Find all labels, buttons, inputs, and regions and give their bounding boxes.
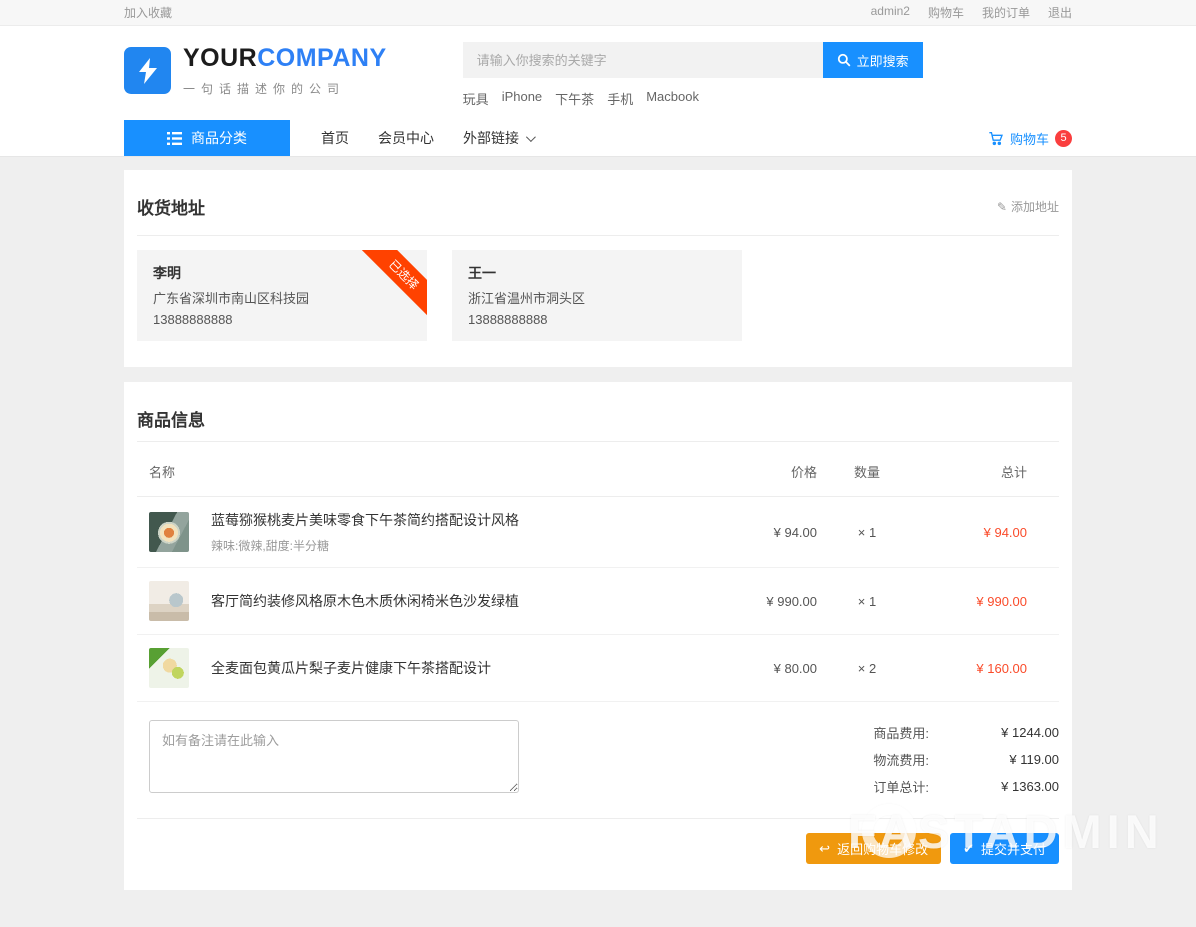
product-price: ¥ 94.00 <box>707 525 817 540</box>
address-phone: 13888888888 <box>468 312 726 327</box>
summary-label-total: 订单总计: <box>873 777 929 796</box>
main-nav: 商品分类 首页 会员中心 外部链接 购物车 5 <box>0 120 1196 157</box>
product-qty: × 1 <box>817 594 917 609</box>
product-total: ¥ 990.00 <box>917 594 1047 609</box>
cart-icon <box>988 130 1004 146</box>
address-phone: 13888888888 <box>153 312 411 327</box>
logo[interactable]: YOURCOMPANY 一句话描述你的公司 <box>124 44 387 97</box>
address-card[interactable]: 王一 浙江省温州市洞头区 13888888888 <box>452 250 742 341</box>
product-thumbnail[interactable] <box>149 581 189 621</box>
username-link[interactable]: admin2 <box>871 4 910 21</box>
header-name: 名称 <box>149 462 707 481</box>
address-card-selected[interactable]: 李明 广东省深圳市南山区科技园 13888888888 已选择 <box>137 250 427 341</box>
hot-keywords: 玩具 iPhone 下午茶 手机 Macbook <box>463 89 923 108</box>
product-spec: 辣味:微辣,甜度:半分糖 <box>211 537 519 554</box>
product-total: ¥ 94.00 <box>917 525 1047 540</box>
nav-link-external[interactable]: 外部链接 <box>463 128 533 148</box>
table-row: 全麦面包黄瓜片梨子麦片健康下午茶搭配设计 ¥ 80.00 × 2 ¥ 160.0… <box>137 635 1059 702</box>
product-qty: × 2 <box>817 661 917 676</box>
category-menu-button[interactable]: 商品分类 <box>124 120 290 156</box>
summary-label-goods: 商品费用: <box>873 723 929 742</box>
product-price: ¥ 990.00 <box>707 594 817 609</box>
address-section: 收货地址 ✎ 添加地址 李明 广东省深圳市南山区科技园 13888888888 … <box>124 170 1072 367</box>
chevron-down-icon <box>526 132 536 142</box>
topbar-cart-link[interactable]: 购物车 <box>928 4 964 21</box>
pencil-icon: ✎ <box>997 200 1007 214</box>
order-remark-input[interactable] <box>149 720 519 793</box>
product-name[interactable]: 客厅简约装修风格原木色木质休闲椅米色沙发绿植 <box>211 591 519 611</box>
hot-keyword[interactable]: 手机 <box>607 89 633 108</box>
product-name[interactable]: 蓝莓猕猴桃麦片美味零食下午茶简约搭配设计风格 <box>211 510 519 530</box>
address-text: 广东省深圳市南山区科技园 <box>153 288 411 307</box>
product-thumbnail[interactable] <box>149 512 189 552</box>
product-total: ¥ 160.00 <box>917 661 1047 676</box>
add-address-button[interactable]: ✎ 添加地址 <box>997 198 1059 215</box>
order-summary: 商品费用: ¥ 1244.00 物流费用: ¥ 119.00 订单总计: ¥ 1… <box>873 720 1059 804</box>
lightning-icon <box>124 47 171 94</box>
site-header: YOURCOMPANY 一句话描述你的公司 立即搜索 玩具 iPhone 下午茶… <box>0 26 1196 120</box>
back-to-cart-button[interactable]: ↩ 返回购物车修改 <box>806 833 941 864</box>
address-text: 浙江省温州市洞头区 <box>468 288 726 307</box>
topbar: 加入收藏 admin2 购物车 我的订单 退出 <box>0 0 1196 26</box>
table-row: 蓝莓猕猴桃麦片美味零食下午茶简约搭配设计风格 辣味:微辣,甜度:半分糖 ¥ 94… <box>137 497 1059 568</box>
order-section-title: 商品信息 <box>137 406 205 431</box>
product-thumbnail[interactable] <box>149 648 189 688</box>
search-icon <box>837 53 851 67</box>
cart-button[interactable]: 购物车 5 <box>988 129 1072 148</box>
list-menu-icon <box>167 132 182 145</box>
nav-link-member-center[interactable]: 会员中心 <box>378 128 434 148</box>
address-section-title: 收货地址 <box>137 194 205 219</box>
address-name: 王一 <box>468 263 726 283</box>
summary-value-goods: ¥ 1244.00 <box>929 725 1059 740</box>
product-qty: × 1 <box>817 525 917 540</box>
search-button[interactable]: 立即搜索 <box>823 42 923 78</box>
check-icon: ✔ <box>963 841 974 857</box>
summary-value-shipping: ¥ 119.00 <box>929 752 1059 767</box>
my-orders-link[interactable]: 我的订单 <box>982 4 1030 21</box>
summary-label-shipping: 物流费用: <box>873 750 929 769</box>
logout-link[interactable]: 退出 <box>1048 4 1072 21</box>
summary-value-total: ¥ 1363.00 <box>929 779 1059 794</box>
product-price: ¥ 80.00 <box>707 661 817 676</box>
back-arrow-icon: ↩ <box>819 841 830 857</box>
nav-link-home[interactable]: 首页 <box>321 128 349 148</box>
table-header: 名称 价格 数量 总计 <box>137 442 1059 497</box>
order-section: 商品信息 名称 价格 数量 总计 蓝莓猕猴桃麦片美味零食下午茶简约搭配设计风格 … <box>124 382 1072 890</box>
header-total: 总计 <box>917 462 1047 481</box>
hot-keyword[interactable]: 玩具 <box>463 89 489 108</box>
search-input[interactable] <box>463 42 823 78</box>
hot-keyword[interactable]: iPhone <box>502 89 542 108</box>
brand-slogan: 一句话描述你的公司 <box>183 80 387 97</box>
header-price: 价格 <box>707 462 817 481</box>
table-row: 客厅简约装修风格原木色木质休闲椅米色沙发绿植 ¥ 990.00 × 1 ¥ 99… <box>137 568 1059 635</box>
address-name: 李明 <box>153 263 411 283</box>
product-name[interactable]: 全麦面包黄瓜片梨子麦片健康下午茶搭配设计 <box>211 658 491 678</box>
selected-ribbon: 已选择 <box>358 250 427 321</box>
favorite-link[interactable]: 加入收藏 <box>124 4 172 21</box>
cart-count-badge: 5 <box>1055 130 1072 147</box>
brand-name: YOURCOMPANY <box>183 44 387 73</box>
submit-pay-button[interactable]: ✔ 提交并支付 <box>950 833 1059 864</box>
hot-keyword[interactable]: Macbook <box>646 89 699 108</box>
hot-keyword[interactable]: 下午茶 <box>555 89 594 108</box>
header-qty: 数量 <box>817 462 917 481</box>
